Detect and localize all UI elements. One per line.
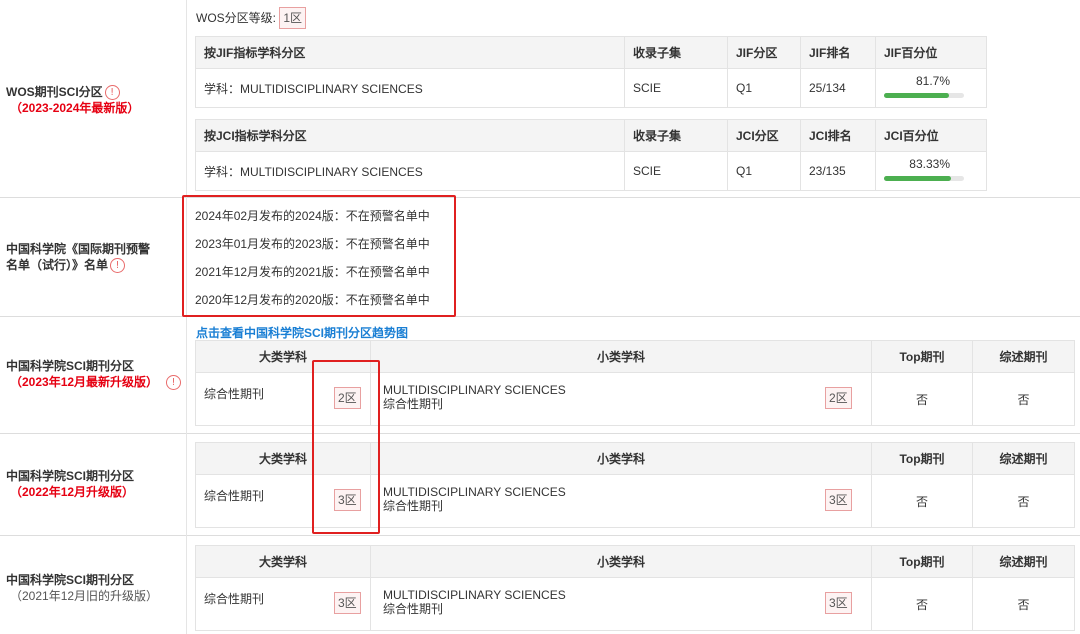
row-divider	[0, 433, 1080, 434]
jif-header-percentile: JIF百分位	[875, 36, 987, 69]
highlight-box	[182, 195, 456, 317]
cas-minor: MULTIDISCIPLINARY SCIENCES 综合性期刊	[383, 588, 566, 616]
jci-percentile-text: 83.33%	[909, 157, 950, 171]
cas-header-top: Top期刊	[871, 545, 973, 578]
cas-header-review: 综述期刊	[972, 545, 1075, 578]
cas-title: 中国科学院SCI期刊分区	[6, 469, 135, 483]
table-row: 学科：MULTIDISCIPLINARY SCIENCES SCIE Q1 23…	[195, 151, 987, 191]
jif-table: 按JIF指标学科分区 收录子集 JIF分区 JIF排名 JIF百分位 学科：MU…	[195, 36, 987, 108]
jif-subject: 学科：MULTIDISCIPLINARY SCIENCES	[195, 68, 625, 108]
jci-header-subset: 收录子集	[624, 119, 728, 152]
info-icon[interactable]: !	[104, 85, 120, 101]
cas-major: 综合性期刊	[204, 387, 265, 401]
cas-major: 综合性期刊	[204, 592, 265, 606]
cas-top: 否	[871, 372, 973, 426]
jci-header-quartile: JCI分区	[727, 119, 801, 152]
wos-title: WOS期刊SCI分区	[6, 85, 103, 99]
cas-minor-cell: MULTIDISCIPLINARY SCIENCES 综合性期刊 3区	[370, 474, 872, 528]
jif-header-quartile: JIF分区	[727, 36, 801, 69]
cas-section-label: 中国科学院SCI期刊分区 （2023年12月最新升级版）!	[6, 358, 182, 391]
info-icon[interactable]: !	[110, 258, 126, 274]
cas-header-minor: 小类学科	[370, 545, 872, 578]
cas-review: 否	[972, 372, 1075, 426]
jif-header-subject: 按JIF指标学科分区	[195, 36, 625, 69]
jci-quartile: Q1	[727, 151, 801, 191]
jci-rank: 23/135	[800, 151, 876, 191]
jci-subject: 学科：MULTIDISCIPLINARY SCIENCES	[195, 151, 625, 191]
cas-minor-cn: 综合性期刊	[383, 499, 444, 513]
jif-subset: SCIE	[624, 68, 728, 108]
cas-header-top: Top期刊	[871, 340, 973, 373]
cas-minor-zone: 3区	[825, 489, 852, 511]
cas-header-major: 大类学科	[195, 545, 371, 578]
jif-quartile: Q1	[727, 68, 801, 108]
jci-subset: SCIE	[624, 151, 728, 191]
cas-minor: MULTIDISCIPLINARY SCIENCES 综合性期刊	[383, 383, 566, 411]
cas-subtitle: （2023年12月最新升级版）	[10, 375, 159, 389]
cas-table: 大类学科 小类学科 Top期刊 综述期刊 综合性期刊 3区 MULTIDISCI…	[195, 545, 1075, 631]
jci-header-subject: 按JCI指标学科分区	[195, 119, 625, 152]
jif-percentile-text: 81.7%	[915, 74, 950, 88]
jci-header-rank: JCI排名	[800, 119, 876, 152]
jci-percentile-fill	[884, 176, 951, 181]
cas-major-zone: 3区	[334, 592, 361, 614]
cas-header-top: Top期刊	[871, 442, 973, 475]
cas-subtitle: （2021年12月旧的升级版）	[10, 589, 159, 603]
row-divider	[0, 197, 1080, 198]
cas-header-review: 综述期刊	[972, 340, 1075, 373]
wos-subtitle: （2023-2024年最新版）	[10, 101, 140, 116]
cas-header-minor: 小类学科	[370, 442, 872, 475]
cas-header-review: 综述期刊	[972, 442, 1075, 475]
wos-grade: WOS分区等级: 1区	[196, 7, 307, 29]
jci-header-percentile: JCI百分位	[875, 119, 987, 152]
highlight-box	[312, 360, 380, 534]
cas-minor: MULTIDISCIPLINARY SCIENCES 综合性期刊	[383, 485, 566, 513]
warning-title-line1: 中国科学院《国际期刊预警	[6, 242, 151, 256]
table-row: 综合性期刊 3区 MULTIDISCIPLINARY SCIENCES 综合性期…	[195, 577, 1075, 631]
jif-header-subset: 收录子集	[624, 36, 728, 69]
cas-review: 否	[972, 577, 1075, 631]
cas-trend-link[interactable]: 点击查看中国科学院SCI期刊分区趋势图	[196, 324, 408, 341]
cas-minor-cn: 综合性期刊	[383, 397, 444, 411]
cas-title: 中国科学院SCI期刊分区	[6, 359, 135, 373]
cas-subtitle: （2022年12月升级版）	[10, 485, 135, 499]
cas-minor-zone: 2区	[825, 387, 852, 409]
cas-minor-cn: 综合性期刊	[383, 602, 444, 616]
row-divider	[0, 535, 1080, 536]
jif-percentile-bar	[884, 93, 964, 98]
jif-header-rank: JIF排名	[800, 36, 876, 69]
wos-grade-badge: 1区	[279, 7, 307, 29]
cas-header-minor: 小类学科	[370, 340, 872, 373]
jif-percentile-cell: 81.7%	[875, 68, 987, 108]
cas-section-label: 中国科学院SCI期刊分区 （2022年12月升级版）	[6, 468, 134, 500]
cas-major: 综合性期刊	[204, 489, 265, 503]
warning-section-label: 中国科学院《国际期刊预警 名单（试行）》名单!	[6, 241, 151, 274]
cas-minor-en: MULTIDISCIPLINARY SCIENCES	[383, 383, 566, 397]
cas-top: 否	[871, 474, 973, 528]
cas-minor-en: MULTIDISCIPLINARY SCIENCES	[383, 588, 566, 602]
cas-minor-en: MULTIDISCIPLINARY SCIENCES	[383, 485, 566, 499]
column-divider	[186, 0, 187, 634]
cas-minor-cell: MULTIDISCIPLINARY SCIENCES 综合性期刊 3区	[370, 577, 872, 631]
jif-rank: 25/134	[800, 68, 876, 108]
cas-minor-cell: MULTIDISCIPLINARY SCIENCES 综合性期刊 2区	[370, 372, 872, 426]
jif-percentile-fill	[884, 93, 950, 98]
row-divider	[0, 316, 1080, 317]
wos-grade-label: WOS分区等级:	[196, 11, 276, 25]
cas-minor-zone: 3区	[825, 592, 852, 614]
cas-title: 中国科学院SCI期刊分区	[6, 573, 135, 587]
cas-major-cell: 综合性期刊 3区	[195, 577, 371, 631]
warning-title-line2: 名单（试行）》名单	[6, 258, 109, 272]
cas-section-label: 中国科学院SCI期刊分区 （2021年12月旧的升级版）	[6, 572, 158, 604]
table-row: 学科：MULTIDISCIPLINARY SCIENCES SCIE Q1 25…	[195, 68, 987, 108]
wos-section-label: WOS期刊SCI分区! （2023-2024年最新版）	[6, 84, 139, 116]
info-icon[interactable]: !	[166, 375, 182, 391]
jci-percentile-cell: 83.33%	[875, 151, 987, 191]
cas-top: 否	[871, 577, 973, 631]
jci-percentile-bar	[884, 176, 964, 181]
jci-table: 按JCI指标学科分区 收录子集 JCI分区 JCI排名 JCI百分位 学科：MU…	[195, 119, 987, 191]
cas-review: 否	[972, 474, 1075, 528]
